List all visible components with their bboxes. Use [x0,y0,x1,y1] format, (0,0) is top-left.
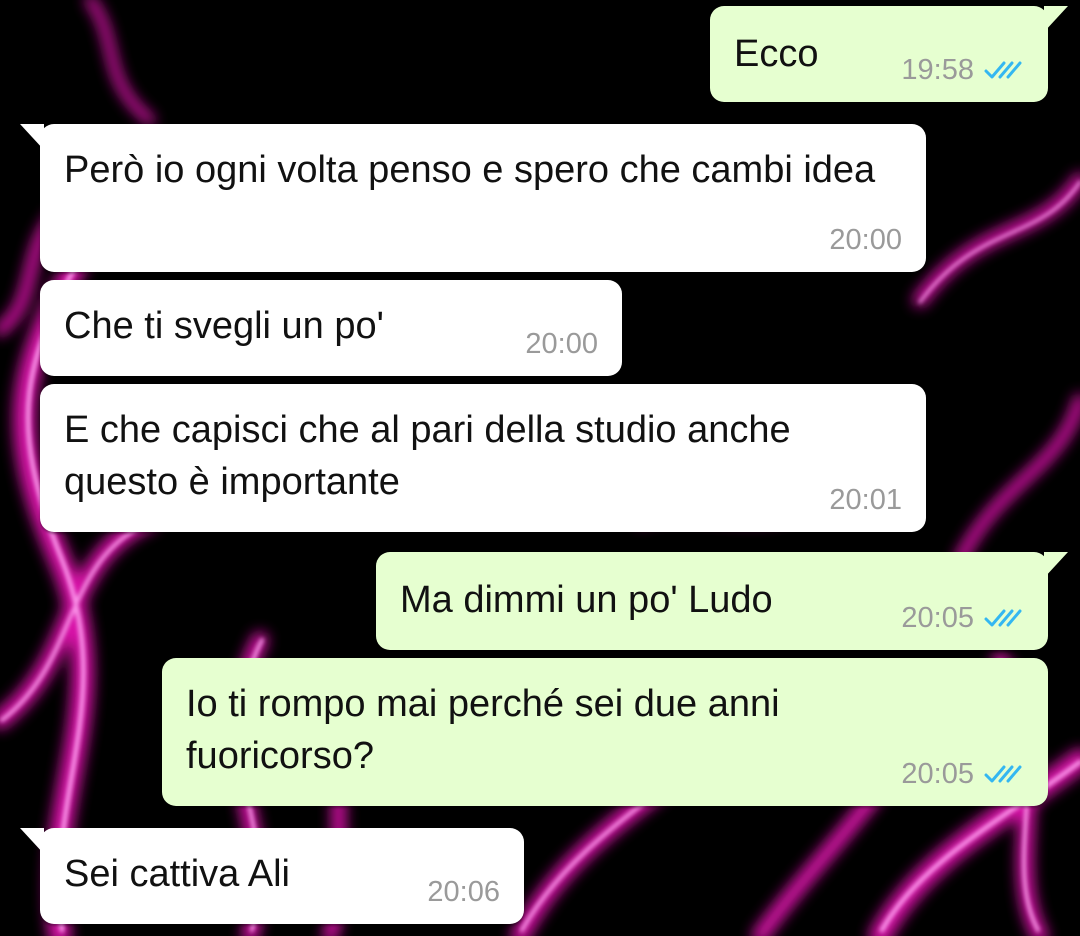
message-bubble-outgoing[interactable]: Ecco 19:58 [710,6,1068,102]
message-meta: 20:00 [525,328,598,360]
message-list[interactable]: Ecco 19:58 Però io ogni volta penso e sp… [0,0,1080,936]
message-meta: 20:05 [901,758,1024,790]
message-time: 20:01 [829,484,902,516]
message-meta: 20:06 [427,876,500,908]
message-time: 20:00 [829,224,902,256]
message-meta: 19:58 [901,54,1024,86]
message-time: 20:06 [427,876,500,908]
double-check-read-icon [984,609,1022,627]
message-time: 20:05 [901,758,974,790]
double-check-read-icon [984,765,1022,783]
message-bubble-incoming[interactable]: Però io ogni volta penso e spero che cam… [20,124,926,272]
message-text: Io ti rompo mai perché sei due anni fuor… [186,683,780,777]
message-meta: 20:01 [829,484,902,516]
message-time: 20:00 [525,328,598,360]
message-time: 20:05 [901,602,974,634]
message-bubble-incoming[interactable]: Che ti svegli un po' 20:00 [40,280,622,376]
message-bubble-outgoing[interactable]: Ma dimmi un po' Ludo 20:05 [376,552,1068,650]
message-text: Però io ogni volta penso e spero che cam… [64,149,876,191]
message-bubble-incoming[interactable]: E che capisci che al pari della studio a… [40,384,926,532]
message-bubble-incoming[interactable]: Sei cattiva Ali 20:06 [20,828,524,924]
message-text: Ma dimmi un po' Ludo [400,579,773,621]
double-check-read-icon [984,61,1022,79]
message-text: E che capisci che al pari della studio a… [64,409,791,503]
message-text: Sei cattiva Ali [64,853,290,895]
message-meta: 20:00 [829,224,902,256]
message-text: Ecco [734,33,819,75]
message-time: 19:58 [901,54,974,86]
message-meta: 20:05 [901,602,1024,634]
message-text: Che ti svegli un po' [64,305,384,347]
message-bubble-outgoing[interactable]: Io ti rompo mai perché sei due anni fuor… [162,658,1048,806]
